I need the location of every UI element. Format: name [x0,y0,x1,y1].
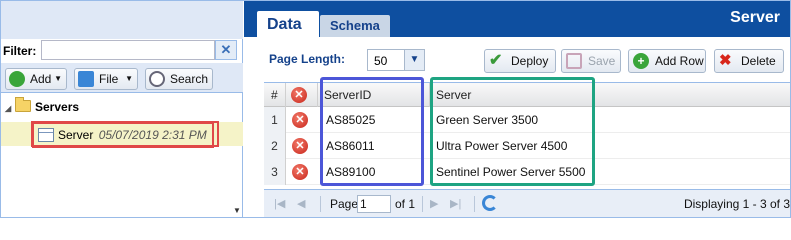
search-button[interactable]: Search [145,68,213,90]
delete-icon[interactable]: ✕ [291,87,307,103]
add-row-button[interactable]: + Add Row [628,49,706,73]
col-header-num[interactable]: # [264,83,286,107]
first-page-icon[interactable]: |◀ [274,197,285,210]
refresh-icon[interactable] [482,195,498,211]
scroll-down-icon[interactable]: ▼ [233,206,241,215]
left-panel: Filter: ✕ Add ▼ File ▼ Search ◢ Servers S… [1,1,243,217]
chevron-down-icon[interactable]: ▼ [404,50,424,70]
page-number-input[interactable]: 1 [357,195,391,213]
node-date: 05/07/2019 2:31 PM [98,128,207,142]
page-length-label: Page Length: [269,52,346,66]
delete-button[interactable]: ✖ Delete [714,49,784,73]
download-icon [78,71,94,87]
delete-row-icon[interactable]: ✕ [292,164,308,180]
plus-icon: + [633,53,649,69]
col-header-delete: ✕ [286,83,318,107]
filter-input[interactable] [41,40,215,60]
delete-x-icon: ✖ [719,52,732,69]
serverid-highlight [320,77,424,186]
chevron-down-icon: ▼ [54,74,62,83]
server-highlight [430,77,595,186]
file-button[interactable]: File ▼ [74,68,138,90]
add-button[interactable]: Add ▼ [5,68,67,90]
page-length-select[interactable]: 50 ▼ [367,49,425,71]
clear-filter-icon[interactable]: ✕ [215,40,237,60]
save-icon [566,53,582,69]
expand-icon[interactable]: ◢ [5,101,15,117]
save-button[interactable]: Save [561,49,621,73]
paging-status: Displaying 1 - 3 of 3 [683,197,790,211]
tab-schema[interactable]: Schema [320,15,390,37]
plus-icon [9,71,25,87]
tab-data[interactable]: Data [257,11,319,37]
filter-label: Filter: [3,44,37,58]
search-icon [149,71,165,87]
panel-header: Data Schema Server [244,1,790,37]
chevron-down-icon: ▼ [125,74,133,83]
tree-root-servers[interactable]: ◢ Servers [5,97,79,117]
check-icon: ✔ [489,52,503,69]
page-title: Server [730,9,780,26]
deploy-button[interactable]: ✔ Deploy [484,49,556,73]
folder-icon [15,97,31,112]
right-panel: Data Schema Server Page Length: 50 ▼ ✔ D… [244,1,790,217]
table-icon [38,128,54,142]
data-toolbar: Page Length: 50 ▼ ✔ Deploy Save + Add Ro… [244,37,790,81]
tree-node-server[interactable]: Server 05/07/2019 2:31 PM [32,122,214,148]
prev-page-icon[interactable]: ◀ [297,197,305,210]
delete-row-icon[interactable]: ✕ [292,138,308,154]
last-page-icon[interactable]: ▶| [450,197,461,210]
left-panel-header [1,1,243,39]
pager: |◀ ◀ Page 1 of 1 ▶ ▶| Displaying 1 - 3 o… [264,189,790,217]
next-page-icon[interactable]: ▶ [430,197,438,210]
delete-row-icon[interactable]: ✕ [292,112,308,128]
